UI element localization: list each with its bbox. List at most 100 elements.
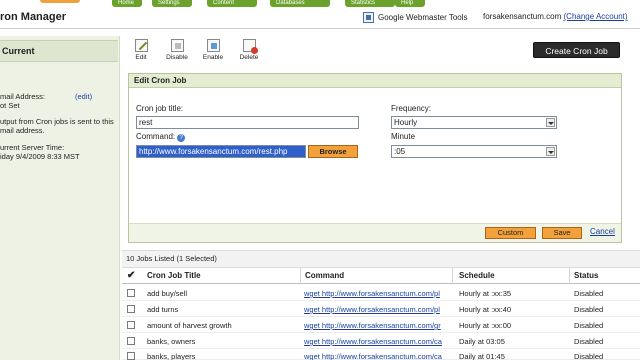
col-divider [569,268,570,284]
header-divider [0,28,640,29]
page-title: ron Manager [0,11,67,23]
email-note-2: mail address. [0,126,45,135]
job-title: amount of harvest growth [147,321,232,330]
tab-help[interactable]: Help [395,0,425,7]
browse-button[interactable]: Browse [308,145,358,158]
server-time-value: iday 9/4/2009 8:33 MST [0,152,80,161]
edit-email-link[interactable]: (edit) [75,92,92,101]
table-row[interactable]: banks, players wget http://www.forsakens… [122,349,640,360]
change-account-link[interactable]: (Change Account) [564,12,628,21]
table-row[interactable]: add turns wget http://www.forsakensanctu… [122,301,640,317]
chevron-down-icon [546,147,555,156]
gwt-label: Google Webmaster Tools [378,13,468,22]
edit-label: Edit [135,54,147,61]
top-nav: Home Settings Content Databases Statisti… [0,0,640,7]
pencil-icon [134,39,148,52]
job-status: Disabled [574,289,604,298]
table-row[interactable]: add buy/sell wget http://www.forsakensan… [122,285,640,301]
minute-value: :05 [394,147,406,156]
disable-button[interactable]: Disable [162,37,192,61]
command-label: Command: [136,132,176,141]
edit-cron-job-panel: Edit Cron Job Cron job title: rest Comma… [128,73,622,243]
table-row[interactable]: amount of harvest growth wget http://www… [122,317,640,333]
tab-databases[interactable]: Databases [270,0,330,7]
server-time-label: urrent Server Time: [0,143,65,152]
job-status: Disabled [574,352,604,360]
row-checkbox[interactable] [127,305,135,313]
col-divider [300,268,301,284]
frequency-value: Hourly [394,118,418,127]
command-label-row: Command:? [136,132,186,142]
current-tab[interactable]: Current [0,40,118,62]
google-webmaster-tools-link[interactable]: Google Webmaster Tools [363,12,468,23]
row-checkbox[interactable] [127,337,135,345]
custom-button[interactable]: Custom [485,227,536,239]
col-divider [452,268,453,284]
job-status: Disabled [574,321,604,330]
tab-settings[interactable]: Settings [152,0,192,7]
row-checkbox[interactable] [127,352,135,360]
job-title-label: Cron job title: [136,104,184,113]
job-status: Disabled [574,337,604,346]
chevron-down-icon [546,118,555,127]
panel-title: Edit Cron Job [129,74,621,88]
cancel-link[interactable]: Cancel [590,227,615,236]
edit-button[interactable]: Edit [126,37,156,61]
create-cron-job-button[interactable]: Create Cron Job [533,42,620,58]
help-icon[interactable]: ? [177,134,186,142]
minute-label: Minute [391,132,416,141]
job-title-input[interactable]: rest [136,116,359,129]
jobs-count: 10 Jobs Listed (1 Selected) [122,250,640,268]
table-row[interactable]: banks, owners wget http://www.forsakensa… [122,333,640,349]
col-command[interactable]: Command [305,271,344,280]
tab-statistics[interactable]: Statistics [345,0,395,7]
job-schedule: Hourly at :xx:40 [459,305,512,314]
row-checkbox[interactable] [127,289,135,297]
col-schedule[interactable]: Schedule [459,271,495,280]
col-status[interactable]: Status [574,271,598,280]
job-schedule: Hourly at :xx:00 [459,321,512,330]
frequency-select[interactable]: Hourly [391,116,557,129]
panel-footer: Custom Save Cancel [129,223,621,242]
webmaster-tools-icon [363,12,374,23]
job-title: add buy/sell [147,289,188,298]
jobs-table-header: ✔ Cron Job Title Command Schedule Status [122,268,640,284]
email-value: ot Set [0,101,20,110]
current-label: Current [2,46,35,56]
frequency-label: Frequency: [391,104,432,113]
job-title: banks, players [147,352,196,360]
tab-content[interactable]: Content [207,0,257,7]
enable-button[interactable]: Enable [198,37,228,61]
email-label: mail Address: [0,92,46,101]
delete-label: Delete [239,54,259,61]
job-command[interactable]: wget http://www.forsakensanctum.com/gr [304,321,444,330]
sidebar [0,36,120,360]
email-note-1: utput from Cron jobs is sent to this [0,117,114,126]
job-command[interactable]: wget http://www.forsakensanctum.com/pl [304,289,444,298]
col-title[interactable]: Cron Job Title [147,271,201,280]
job-command[interactable]: wget http://www.forsakensanctum.com/pl [304,305,444,314]
delete-icon [242,39,258,54]
minute-select[interactable]: :05 [391,145,557,158]
disable-icon [170,39,184,52]
job-schedule: Daily at 01:45 [459,352,505,360]
disable-label: Disable [166,54,188,61]
enable-icon [206,39,220,52]
job-status: Disabled [574,305,604,314]
check-all-icon[interactable]: ✔ [127,270,135,281]
job-schedule: Daily at 03:05 [459,337,505,346]
account-info: forsakensanctum.com (Change Account) [483,12,628,21]
job-command[interactable]: wget http://www.forsakensanctum.com/ca [304,337,444,346]
nav-accent [40,0,80,3]
job-title: add turns [147,305,179,314]
tab-home[interactable]: Home [112,0,142,7]
enable-label: Enable [202,54,224,61]
job-title: banks, owners [147,337,196,346]
save-button[interactable]: Save [542,227,582,239]
job-command[interactable]: wget http://www.forsakensanctum.com/ca [304,352,444,360]
job-schedule: Hourly at :xx:35 [459,289,512,298]
row-checkbox[interactable] [127,321,135,329]
command-input[interactable]: http://www.forsakensanctum.com/rest.php [136,145,306,158]
account-site: forsakensanctum.com [483,12,562,21]
delete-button[interactable]: Delete [234,37,264,61]
